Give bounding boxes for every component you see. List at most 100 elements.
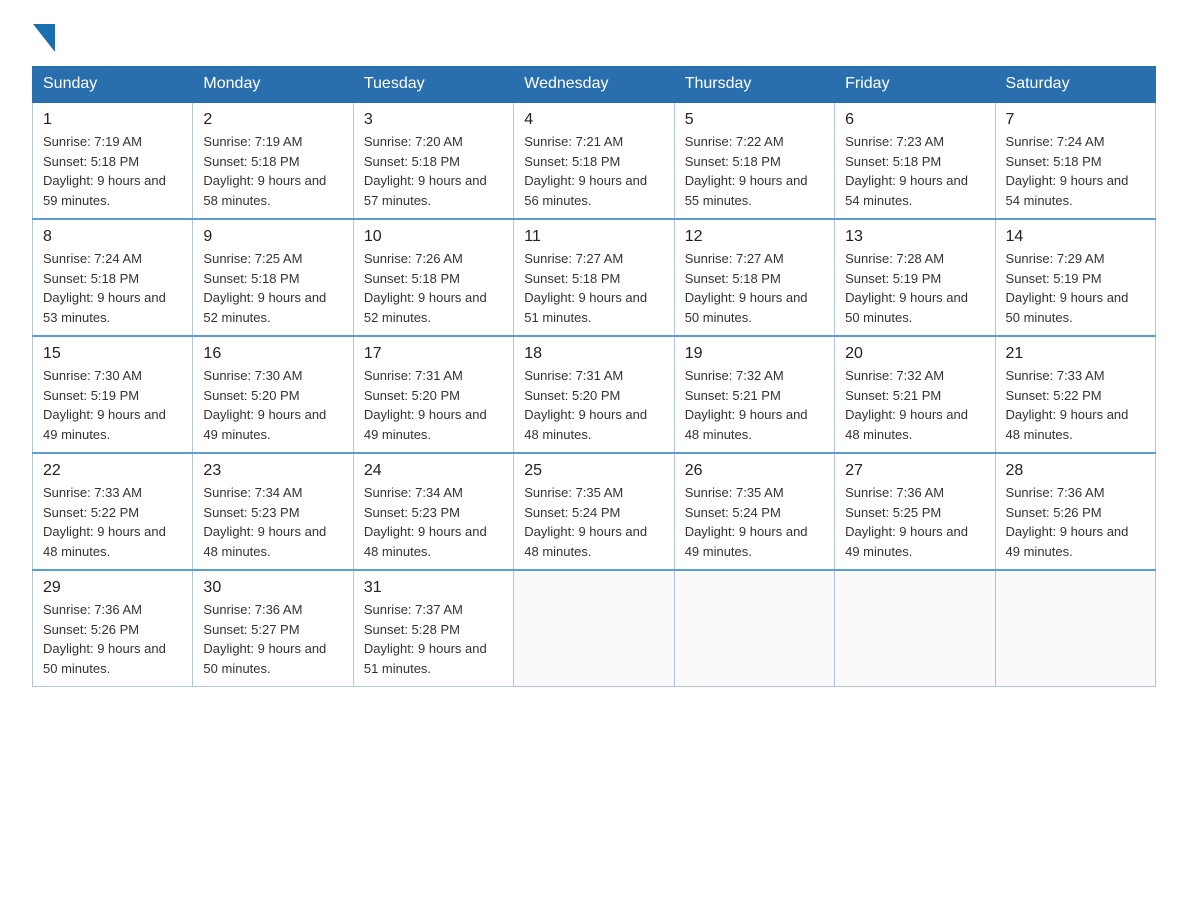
calendar-body: 1 Sunrise: 7:19 AMSunset: 5:18 PMDayligh… <box>33 102 1156 687</box>
day-info: Sunrise: 7:33 AMSunset: 5:22 PMDaylight:… <box>1006 368 1129 442</box>
calendar-cell: 2 Sunrise: 7:19 AMSunset: 5:18 PMDayligh… <box>193 102 353 219</box>
calendar-week-row: 29 Sunrise: 7:36 AMSunset: 5:26 PMDaylig… <box>33 570 1156 687</box>
calendar-cell: 30 Sunrise: 7:36 AMSunset: 5:27 PMDaylig… <box>193 570 353 687</box>
calendar-cell: 9 Sunrise: 7:25 AMSunset: 5:18 PMDayligh… <box>193 219 353 336</box>
day-info: Sunrise: 7:24 AMSunset: 5:18 PMDaylight:… <box>43 251 166 325</box>
weekday-header-monday: Monday <box>193 67 353 103</box>
day-number: 27 <box>845 462 984 480</box>
calendar-week-row: 22 Sunrise: 7:33 AMSunset: 5:22 PMDaylig… <box>33 453 1156 570</box>
calendar-cell <box>514 570 674 687</box>
weekday-header-saturday: Saturday <box>995 67 1155 103</box>
calendar-cell: 10 Sunrise: 7:26 AMSunset: 5:18 PMDaylig… <box>353 219 513 336</box>
day-number: 31 <box>364 579 503 597</box>
day-number: 23 <box>203 462 342 480</box>
day-info: Sunrise: 7:27 AMSunset: 5:18 PMDaylight:… <box>524 251 647 325</box>
calendar-cell: 26 Sunrise: 7:35 AMSunset: 5:24 PMDaylig… <box>674 453 834 570</box>
day-number: 30 <box>203 579 342 597</box>
day-number: 19 <box>685 345 824 363</box>
calendar-cell: 23 Sunrise: 7:34 AMSunset: 5:23 PMDaylig… <box>193 453 353 570</box>
day-number: 8 <box>43 228 182 246</box>
day-number: 3 <box>364 111 503 129</box>
calendar-cell: 29 Sunrise: 7:36 AMSunset: 5:26 PMDaylig… <box>33 570 193 687</box>
calendar-cell <box>674 570 834 687</box>
day-info: Sunrise: 7:36 AMSunset: 5:27 PMDaylight:… <box>203 602 326 676</box>
calendar-week-row: 15 Sunrise: 7:30 AMSunset: 5:19 PMDaylig… <box>33 336 1156 453</box>
calendar-cell <box>835 570 995 687</box>
calendar-cell: 22 Sunrise: 7:33 AMSunset: 5:22 PMDaylig… <box>33 453 193 570</box>
calendar-week-row: 8 Sunrise: 7:24 AMSunset: 5:18 PMDayligh… <box>33 219 1156 336</box>
day-number: 26 <box>685 462 824 480</box>
day-info: Sunrise: 7:22 AMSunset: 5:18 PMDaylight:… <box>685 134 808 208</box>
day-number: 22 <box>43 462 182 480</box>
day-number: 28 <box>1006 462 1145 480</box>
weekday-header-friday: Friday <box>835 67 995 103</box>
day-number: 13 <box>845 228 984 246</box>
day-info: Sunrise: 7:32 AMSunset: 5:21 PMDaylight:… <box>685 368 808 442</box>
day-info: Sunrise: 7:29 AMSunset: 5:19 PMDaylight:… <box>1006 251 1129 325</box>
day-info: Sunrise: 7:23 AMSunset: 5:18 PMDaylight:… <box>845 134 968 208</box>
calendar-cell: 13 Sunrise: 7:28 AMSunset: 5:19 PMDaylig… <box>835 219 995 336</box>
calendar-cell: 7 Sunrise: 7:24 AMSunset: 5:18 PMDayligh… <box>995 102 1155 219</box>
calendar-cell: 21 Sunrise: 7:33 AMSunset: 5:22 PMDaylig… <box>995 336 1155 453</box>
day-info: Sunrise: 7:32 AMSunset: 5:21 PMDaylight:… <box>845 368 968 442</box>
calendar-cell: 11 Sunrise: 7:27 AMSunset: 5:18 PMDaylig… <box>514 219 674 336</box>
day-info: Sunrise: 7:19 AMSunset: 5:18 PMDaylight:… <box>43 134 166 208</box>
day-info: Sunrise: 7:35 AMSunset: 5:24 PMDaylight:… <box>524 485 647 559</box>
day-number: 6 <box>845 111 984 129</box>
calendar-cell: 19 Sunrise: 7:32 AMSunset: 5:21 PMDaylig… <box>674 336 834 453</box>
weekday-header-row: SundayMondayTuesdayWednesdayThursdayFrid… <box>33 67 1156 103</box>
day-info: Sunrise: 7:21 AMSunset: 5:18 PMDaylight:… <box>524 134 647 208</box>
day-info: Sunrise: 7:30 AMSunset: 5:20 PMDaylight:… <box>203 368 326 442</box>
day-number: 16 <box>203 345 342 363</box>
day-number: 21 <box>1006 345 1145 363</box>
logo <box>32 24 56 48</box>
calendar-cell: 1 Sunrise: 7:19 AMSunset: 5:18 PMDayligh… <box>33 102 193 219</box>
calendar-header: SundayMondayTuesdayWednesdayThursdayFrid… <box>33 67 1156 103</box>
day-number: 11 <box>524 228 663 246</box>
day-info: Sunrise: 7:25 AMSunset: 5:18 PMDaylight:… <box>203 251 326 325</box>
calendar-cell: 15 Sunrise: 7:30 AMSunset: 5:19 PMDaylig… <box>33 336 193 453</box>
day-number: 18 <box>524 345 663 363</box>
day-info: Sunrise: 7:34 AMSunset: 5:23 PMDaylight:… <box>364 485 487 559</box>
calendar-cell: 4 Sunrise: 7:21 AMSunset: 5:18 PMDayligh… <box>514 102 674 219</box>
calendar-cell: 31 Sunrise: 7:37 AMSunset: 5:28 PMDaylig… <box>353 570 513 687</box>
weekday-header-thursday: Thursday <box>674 67 834 103</box>
weekday-header-sunday: Sunday <box>33 67 193 103</box>
day-number: 4 <box>524 111 663 129</box>
calendar-cell: 14 Sunrise: 7:29 AMSunset: 5:19 PMDaylig… <box>995 219 1155 336</box>
calendar-cell: 12 Sunrise: 7:27 AMSunset: 5:18 PMDaylig… <box>674 219 834 336</box>
calendar-cell: 16 Sunrise: 7:30 AMSunset: 5:20 PMDaylig… <box>193 336 353 453</box>
day-number: 17 <box>364 345 503 363</box>
calendar-cell: 8 Sunrise: 7:24 AMSunset: 5:18 PMDayligh… <box>33 219 193 336</box>
calendar-cell: 28 Sunrise: 7:36 AMSunset: 5:26 PMDaylig… <box>995 453 1155 570</box>
day-number: 10 <box>364 228 503 246</box>
calendar-cell: 20 Sunrise: 7:32 AMSunset: 5:21 PMDaylig… <box>835 336 995 453</box>
day-info: Sunrise: 7:37 AMSunset: 5:28 PMDaylight:… <box>364 602 487 676</box>
day-info: Sunrise: 7:28 AMSunset: 5:19 PMDaylight:… <box>845 251 968 325</box>
day-number: 2 <box>203 111 342 129</box>
weekday-header-tuesday: Tuesday <box>353 67 513 103</box>
day-info: Sunrise: 7:30 AMSunset: 5:19 PMDaylight:… <box>43 368 166 442</box>
day-number: 7 <box>1006 111 1145 129</box>
day-info: Sunrise: 7:27 AMSunset: 5:18 PMDaylight:… <box>685 251 808 325</box>
day-number: 5 <box>685 111 824 129</box>
day-info: Sunrise: 7:26 AMSunset: 5:18 PMDaylight:… <box>364 251 487 325</box>
day-number: 29 <box>43 579 182 597</box>
day-number: 12 <box>685 228 824 246</box>
calendar-cell: 27 Sunrise: 7:36 AMSunset: 5:25 PMDaylig… <box>835 453 995 570</box>
day-info: Sunrise: 7:24 AMSunset: 5:18 PMDaylight:… <box>1006 134 1129 208</box>
calendar-cell: 18 Sunrise: 7:31 AMSunset: 5:20 PMDaylig… <box>514 336 674 453</box>
day-info: Sunrise: 7:36 AMSunset: 5:26 PMDaylight:… <box>43 602 166 676</box>
calendar-cell: 25 Sunrise: 7:35 AMSunset: 5:24 PMDaylig… <box>514 453 674 570</box>
calendar-table: SundayMondayTuesdayWednesdayThursdayFrid… <box>32 66 1156 687</box>
day-info: Sunrise: 7:31 AMSunset: 5:20 PMDaylight:… <box>364 368 487 442</box>
day-info: Sunrise: 7:36 AMSunset: 5:26 PMDaylight:… <box>1006 485 1129 559</box>
day-number: 25 <box>524 462 663 480</box>
calendar-cell: 6 Sunrise: 7:23 AMSunset: 5:18 PMDayligh… <box>835 102 995 219</box>
day-number: 1 <box>43 111 182 129</box>
day-info: Sunrise: 7:31 AMSunset: 5:20 PMDaylight:… <box>524 368 647 442</box>
day-number: 9 <box>203 228 342 246</box>
calendar-cell <box>995 570 1155 687</box>
calendar-cell: 3 Sunrise: 7:20 AMSunset: 5:18 PMDayligh… <box>353 102 513 219</box>
day-info: Sunrise: 7:20 AMSunset: 5:18 PMDaylight:… <box>364 134 487 208</box>
